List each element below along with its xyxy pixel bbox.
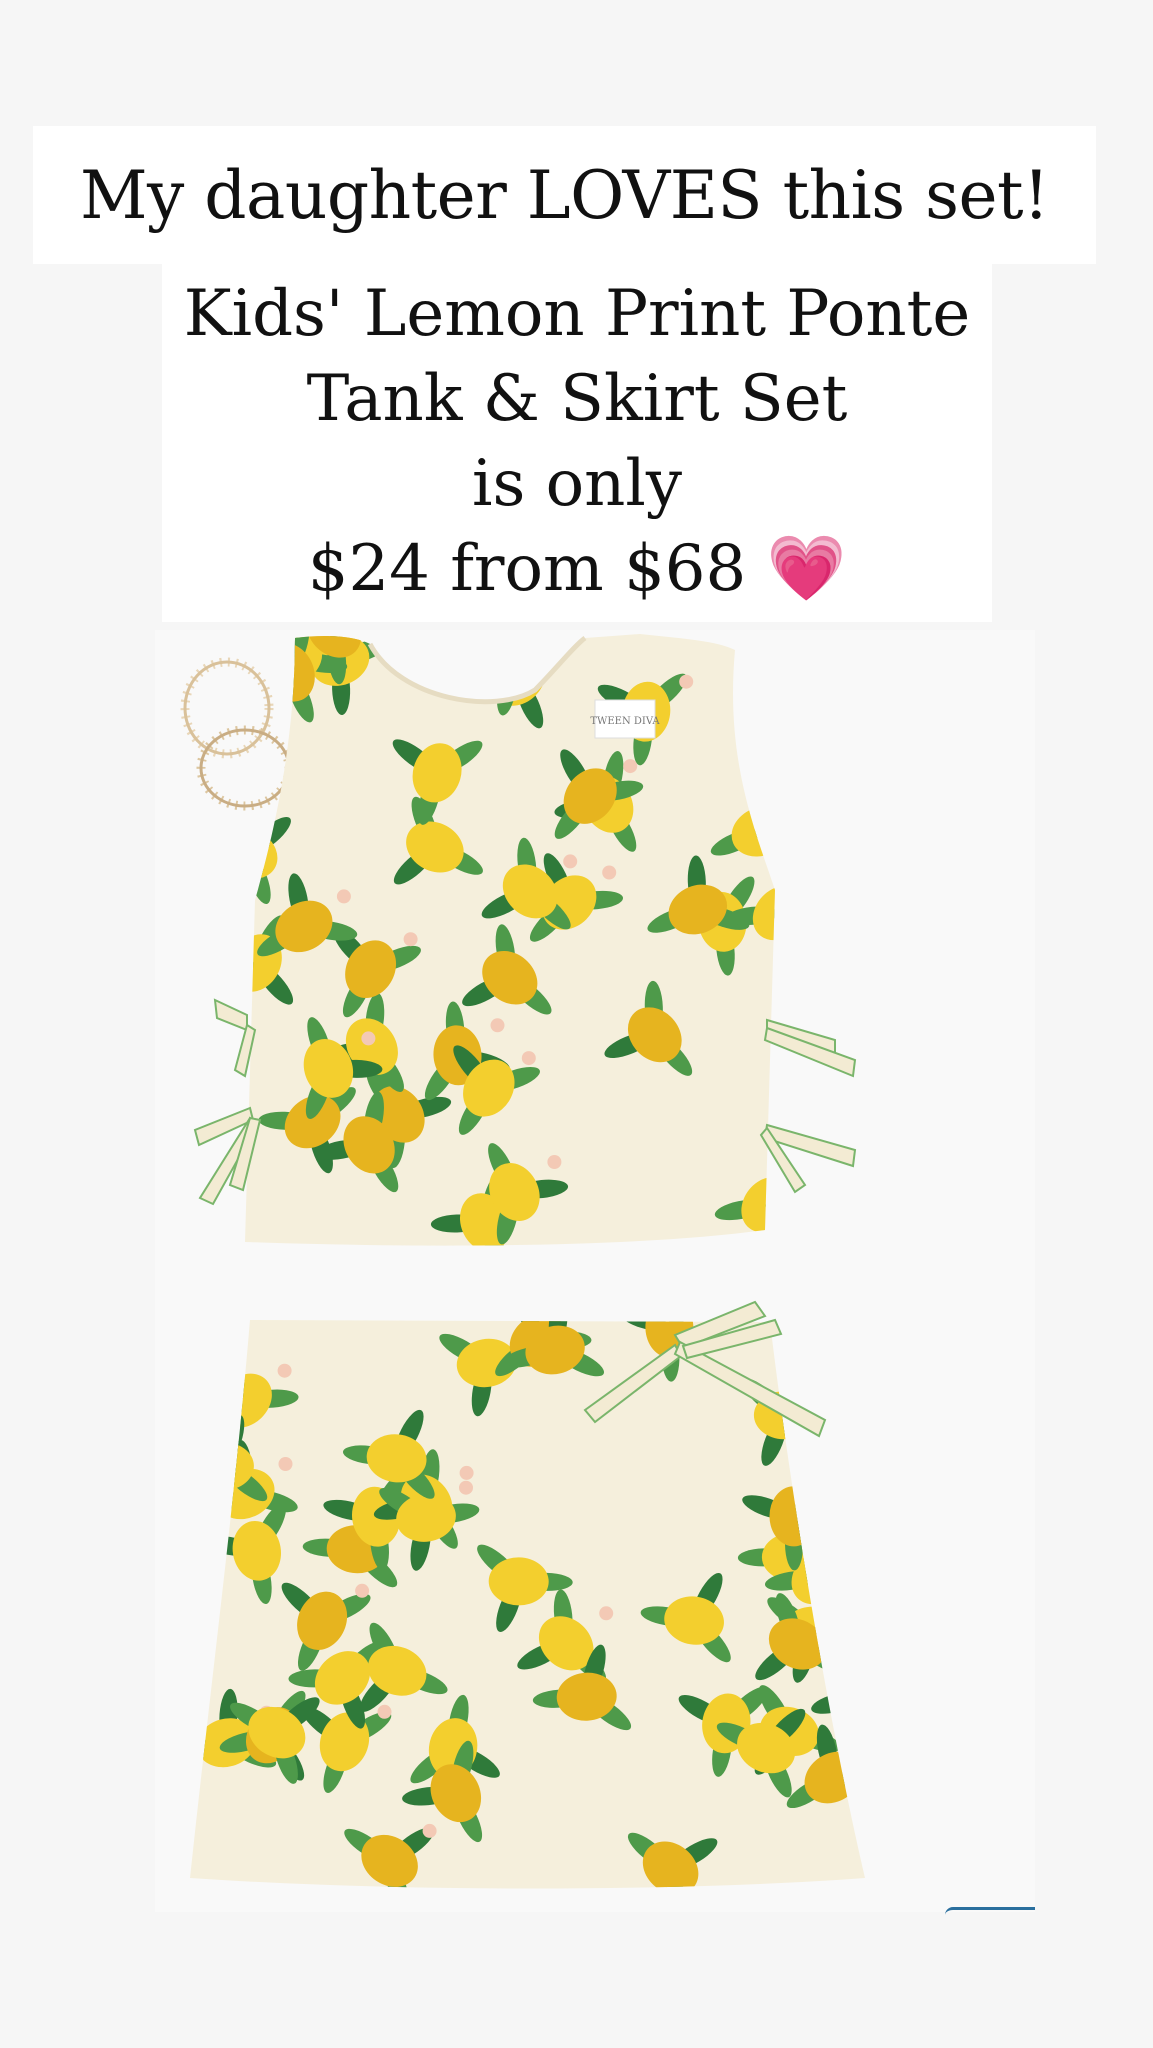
blossom-motif: [816, 1378, 831, 1393]
price-line: $24 from $68 💗: [162, 527, 992, 612]
price-intro: is only: [471, 447, 683, 521]
leaf-motif: [464, 671, 517, 690]
blossom-motif: [403, 932, 418, 947]
leaf-motif: [813, 1619, 865, 1638]
pink-heart-icon: 💗: [766, 532, 847, 606]
blossom-motif: [547, 1155, 562, 1169]
lemon-skirt: [190, 1300, 865, 1889]
leaf-motif: [245, 823, 248, 855]
blossom-motif: [459, 1465, 474, 1480]
bracelets: [180, 657, 294, 811]
blossom-motif: [679, 674, 694, 689]
leaf-motif: [289, 630, 339, 636]
leaf-motif: [818, 1534, 856, 1576]
leaf-motif: [817, 1577, 847, 1625]
lemon-motif: [837, 1667, 865, 1724]
blossom-motif: [563, 854, 578, 869]
leaf-motif: [762, 828, 775, 852]
product-details-caption: Kids' Lemon Print Ponte Tank & Skirt Set…: [162, 264, 992, 622]
blossom-motif: [824, 1519, 839, 1534]
blossom-motif: [490, 1018, 505, 1033]
product-name-line-2: Tank & Skirt Set: [306, 362, 848, 436]
lemon-motif: [487, 634, 537, 693]
leaf-motif: [505, 634, 545, 645]
blossom-motif: [377, 1704, 392, 1719]
leaf-motif: [766, 1205, 775, 1246]
blossom-motif: [801, 1168, 815, 1182]
product-name-line-1: Kids' Lemon Print Ponte: [183, 277, 971, 351]
headline-caption: My daughter LOVES this set!: [33, 126, 1096, 264]
corner-tab: [945, 1907, 1035, 1920]
leaf-motif: [512, 634, 554, 663]
blossom-motif: [570, 1303, 584, 1317]
leaf-motif: [245, 960, 255, 986]
blossom-motif: [459, 1480, 473, 1495]
leaf-motif: [190, 1458, 222, 1477]
blossom-motif: [277, 1363, 292, 1378]
price-text: $24 from $68: [307, 532, 747, 606]
leaf-motif: [332, 630, 387, 638]
leaf-motif: [464, 634, 511, 664]
lemon-tank-top: TWEEN DIVA: [193, 630, 857, 1246]
blossom-motif: [326, 634, 341, 637]
leaf-motif: [775, 868, 824, 918]
blossom-motif: [336, 889, 351, 904]
blossom-motif: [355, 1583, 370, 1598]
headline-text: My daughter LOVES this set!: [79, 156, 1050, 234]
lemon-motif: [804, 1342, 858, 1399]
leaf-motif: [773, 911, 812, 966]
leaf-motif: [862, 1696, 865, 1741]
leaf-motif: [799, 1325, 832, 1370]
blossom-motif: [278, 1457, 293, 1471]
blossom-motif: [521, 1051, 536, 1066]
blossom-motif: [599, 1606, 614, 1621]
blossom-motif: [844, 1593, 859, 1608]
leaf-motif: [832, 1353, 865, 1375]
blossom-motif: [361, 1031, 376, 1046]
blossom-motif: [623, 759, 638, 774]
brand-label-text: TWEEN DIVA: [590, 716, 660, 727]
product-image[interactable]: TWEEN DIVA: [155, 630, 1035, 1912]
blossom-motif: [602, 865, 617, 880]
leaf-motif: [247, 658, 293, 691]
blossom-motif: [422, 1823, 437, 1838]
leaf-motif: [856, 1641, 865, 1694]
